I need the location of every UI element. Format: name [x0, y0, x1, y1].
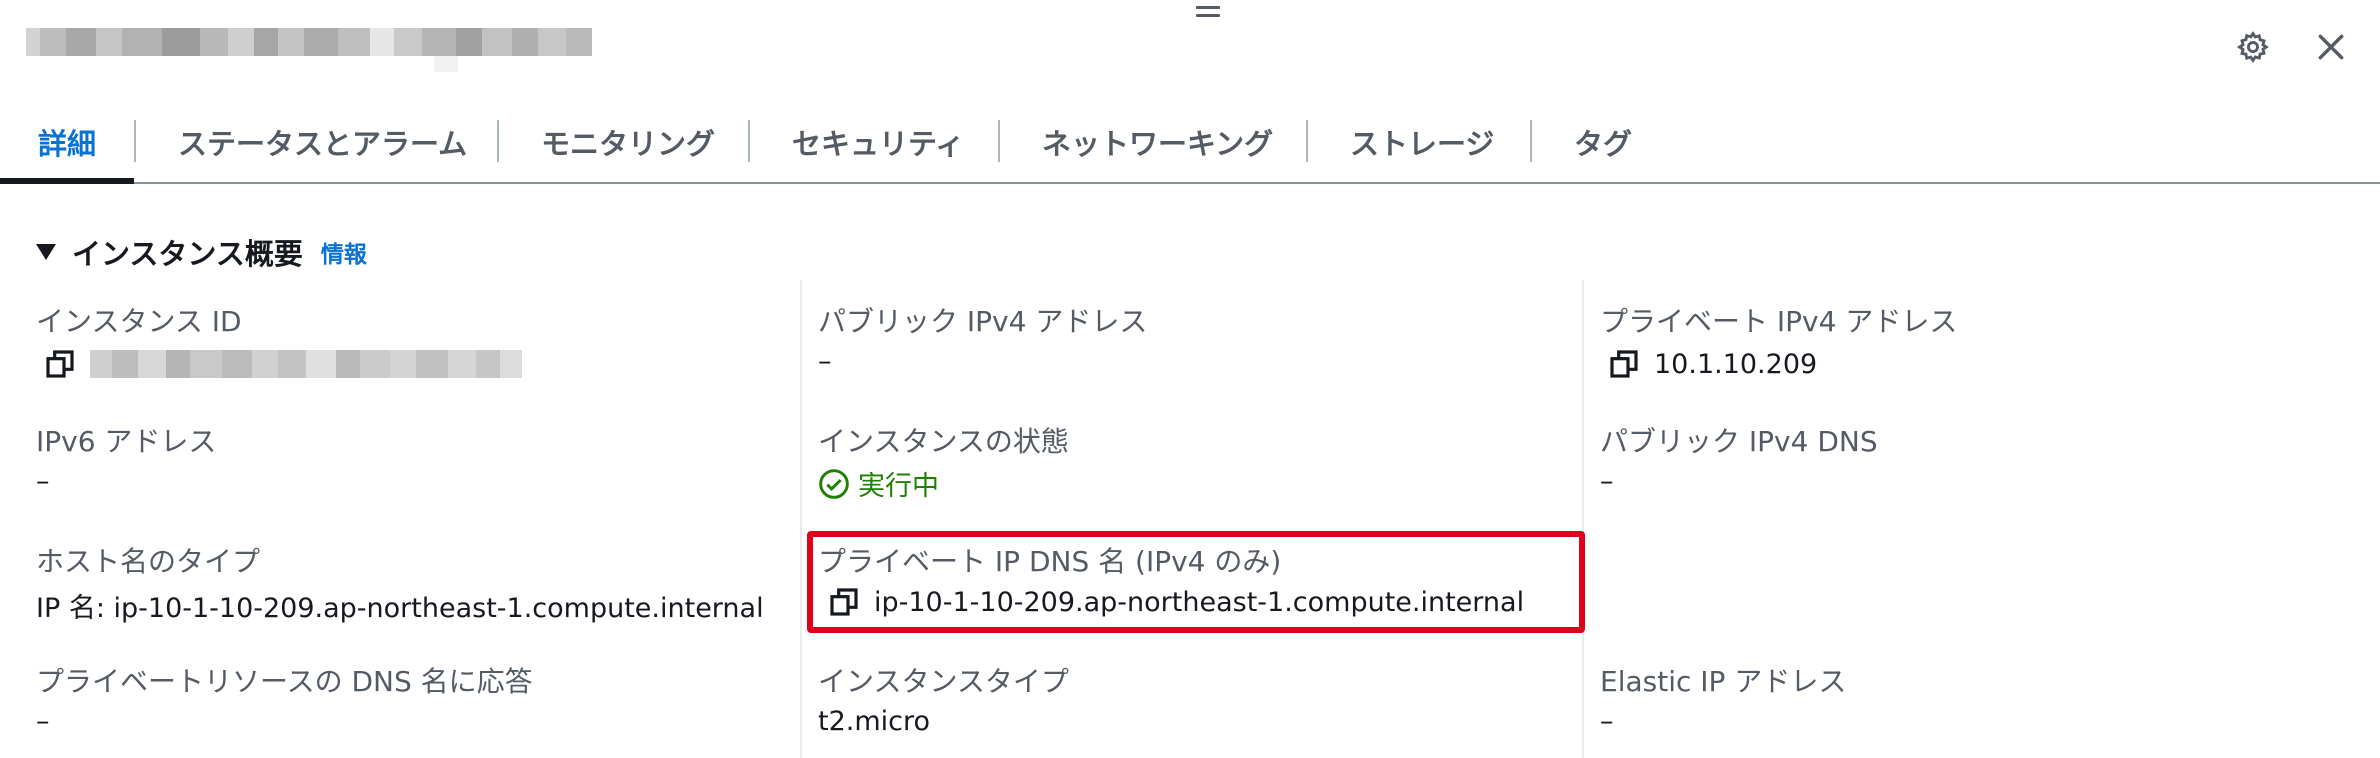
instance-type-label: インスタンスタイプ: [818, 665, 1069, 698]
tab-security[interactable]: セキュリティ: [792, 100, 964, 184]
section-title: インスタンス概要: [72, 237, 303, 271]
drag-handle-icon: [1196, 6, 1220, 9]
private-ipv4-value: 10.1.10.209: [1608, 348, 1817, 380]
instance-summary-header[interactable]: インスタンス概要 情報: [36, 232, 367, 272]
tab-networking[interactable]: ネットワーキング: [1042, 100, 1273, 184]
private-ipv4-text: 10.1.10.209: [1654, 348, 1818, 380]
caret-down-icon: [36, 244, 56, 260]
instance-type-value: t2.micro: [818, 706, 931, 737]
private-ipv4-label: プライベート IPv4 アドレス: [1600, 305, 1958, 338]
public-ipv4-label: パブリック IPv4 アドレス: [818, 305, 1148, 338]
elastic-ip-label: Elastic IP アドレス: [1600, 665, 1847, 698]
instance-id-value: [44, 348, 522, 380]
tab-status-alarms[interactable]: ステータスとアラーム: [178, 100, 467, 184]
copy-icon[interactable]: [44, 348, 76, 380]
tab-storage[interactable]: ストレージ: [1350, 100, 1494, 184]
elastic-ip-value: –: [1600, 706, 1614, 737]
ipv6-label: IPv6 アドレス: [36, 425, 217, 458]
public-ipv4-value: –: [818, 346, 832, 377]
copy-icon[interactable]: [1608, 348, 1640, 380]
panel-resize-handle[interactable]: [1196, 6, 1220, 20]
instance-title-redacted: [26, 28, 592, 56]
close-icon: [2318, 34, 2344, 60]
tab-details[interactable]: 詳細: [38, 100, 96, 184]
close-button[interactable]: [2310, 26, 2352, 68]
info-link[interactable]: 情報: [321, 235, 367, 269]
instance-state-text: 実行中: [858, 471, 939, 502]
instance-id-redacted: [90, 350, 522, 378]
private-resource-dns-value: –: [36, 706, 50, 737]
public-ipv4-dns-label: パブリック IPv4 DNS: [1600, 425, 1878, 458]
active-tab-indicator: [0, 178, 134, 184]
tab-monitoring[interactable]: モニタリング: [541, 100, 715, 184]
instance-id-label: インスタンス ID: [36, 305, 242, 338]
gear-icon: [2236, 31, 2269, 64]
hostname-type-value: IP 名: ip-10-1-10-209.ap-northeast-1.comp…: [36, 593, 764, 624]
check-circle-icon: [819, 468, 849, 499]
instance-state-label: インスタンスの状態: [818, 425, 1069, 458]
hostname-type-label: ホスト名のタイプ: [36, 545, 261, 578]
instance-state-value: 実行中: [818, 464, 939, 503]
highlight-annotation-box: [807, 531, 1585, 633]
public-ipv4-dns-value: –: [1600, 466, 1614, 497]
ipv6-value: –: [36, 466, 50, 497]
private-resource-dns-label: プライベートリソースの DNS 名に応答: [36, 665, 533, 698]
settings-button[interactable]: [2232, 26, 2274, 68]
tab-tags[interactable]: タグ: [1574, 100, 1632, 184]
